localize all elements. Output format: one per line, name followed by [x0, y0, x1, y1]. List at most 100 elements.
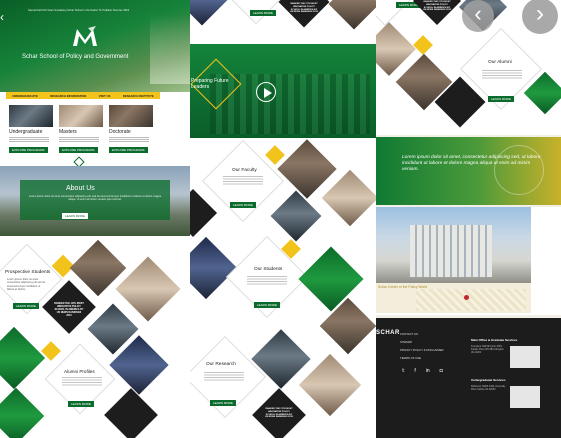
nav-item-research-institute[interactable]: RESEARCH INSTITUTE [123, 94, 154, 98]
people-photo-diamond [328, 0, 376, 30]
nav-item-visit-us[interactable]: VISIT US [99, 94, 111, 98]
quote-banner: Lorem ipsum dolor sit amet, consectetur … [376, 137, 561, 205]
about-learn-more-button[interactable]: LEARN MORE [62, 213, 88, 219]
video-title: Preparing Future Leaders [191, 78, 229, 90]
graduation-photo-diamond [0, 326, 46, 390]
capitol-photo-diamond [190, 236, 238, 300]
lecture-photo-diamond [277, 139, 337, 199]
footer-main-title: Main Office & Graduate Services [471, 338, 518, 342]
students-photo-diamond [298, 246, 364, 312]
footer-link-contact[interactable]: CONTACT US [400, 332, 444, 336]
footer-map-main[interactable] [510, 346, 540, 368]
program-description [109, 137, 149, 143]
students-learn-more-button[interactable]: LEARN MORE [254, 302, 280, 308]
prospective-learn-more-button[interactable]: LEARN MORE [13, 303, 39, 309]
explore-masters-button[interactable]: EXPLORE PROGRAMS [59, 147, 98, 153]
linkedin-icon[interactable]: in [426, 368, 430, 374]
footer-link-privacy[interactable]: PRIVACY POLICY & DISCLAIMER [400, 348, 444, 352]
about-title: About Us [66, 185, 95, 192]
about-text: Lorem ipsum dolor sit amet consectetur a… [28, 195, 162, 202]
ranked-diamond-2 [104, 388, 158, 438]
chevron-left-icon[interactable]: ‹ [0, 10, 10, 24]
footer-main-address: Founders Hall 5th Floor 3351 Fairfax Dri… [471, 345, 504, 354]
students-text [247, 276, 287, 286]
alumni-text [62, 377, 102, 387]
ranked-text: RANKED THE 11TH MOST INNOVATIVE POLICY S… [54, 302, 84, 317]
page-preview-research: LEARN MORE RANKED THE 11TH MOST INNOVATI… [190, 0, 376, 438]
program-label-undergraduate: Undergraduate [9, 129, 43, 135]
footer-undergrad-address: Robinson Hall B 4400 University Drive Fa… [471, 385, 506, 391]
faculty-learn-more-button[interactable]: LEARN MORE [230, 202, 256, 208]
building-facade [410, 225, 492, 277]
program-label-doctorate: Doctorate [109, 129, 131, 135]
reading-photo-diamond [321, 169, 376, 227]
our-alumni-title: Our Alumni [488, 60, 512, 65]
hero-building-photo [150, 14, 190, 84]
location-section: Schar Center of the Policy World [376, 207, 561, 315]
faculty-text [223, 176, 263, 186]
university-logo-icon [70, 26, 100, 48]
footer-logo: SCHAR [376, 330, 400, 336]
twitter-icon[interactable]: 𝕥 [402, 368, 404, 374]
diamond-grid-research: Our Faculty LEARN MORE Our Students LEAR… [190, 138, 376, 438]
ranked-text-bottom: RANKED THE 11TH MOST INNOVATIVE POLICY S… [265, 408, 293, 419]
graduate-photo-diamond [0, 387, 45, 438]
building-photo [376, 207, 531, 283]
masters-photo [59, 105, 103, 127]
campus-map[interactable] [416, 289, 526, 311]
map-panel: Schar Center of the Policy World [376, 283, 531, 313]
alumni-learn-more-button[interactable]: LEARN MORE [68, 401, 94, 407]
about-section: About Us Lorem ipsum dolor sit amet cons… [0, 166, 190, 236]
nav-item-research-information[interactable]: RESEARCH INFORMATION [50, 94, 86, 98]
doctorate-photo [109, 105, 153, 127]
play-icon[interactable] [256, 82, 276, 102]
prospective-text: Lorem ipsum dolor sit amet consectetur a… [7, 278, 46, 292]
prospective-title: Prospective Students [5, 270, 51, 275]
program-label-masters: Masters [59, 129, 77, 135]
campus-photo-diamond [190, 0, 228, 26]
gallery-stage: Special Fall 100 Years Sustaining Schar … [0, 0, 561, 438]
program-description [9, 137, 49, 143]
footer-map-undergrad[interactable] [510, 386, 540, 408]
instagram-icon[interactable]: ◘ [440, 368, 443, 374]
main-nav: UNDERGRADUATE RESEARCH INFORMATION VISIT… [6, 92, 160, 99]
site-footer: SCHAR CONTACT US SITEMAP PRIVACY POLICY … [376, 318, 561, 438]
school-name: Schar School of Policy and Government [22, 54, 129, 60]
top-diamond-row: LEARN MORE RANKED THE 11TH MOST INNOVATI… [190, 0, 376, 44]
alumni-title: Alumni Profiles [64, 369, 95, 374]
our-alumni-text [482, 70, 522, 80]
research-title: Our Research [206, 362, 236, 367]
page-preview-alumni: LEARN MORE RANKED THE 11TH MOST INNOVATI… [376, 0, 561, 438]
map-pin-icon [464, 295, 469, 300]
portrait-photo-diamond [298, 353, 362, 417]
social-links: 𝕥 f in ◘ [402, 368, 443, 374]
undergraduate-photo [9, 105, 53, 127]
footer-link-sitemap[interactable]: SITEMAP [400, 340, 444, 344]
facebook-icon[interactable]: f [414, 368, 415, 374]
hero-topbar-text: Special Fall 100 Years Sustaining Schar … [28, 9, 130, 12]
nav-item-undergraduate[interactable]: UNDERGRADUATE [12, 94, 38, 98]
video-section: Preparing Future Leaders [190, 44, 376, 138]
programs-section: Undergraduate Masters Doctorate EXPLORE … [6, 99, 160, 161]
footer-link-terms[interactable]: TERMS OF USE [400, 356, 444, 360]
chevron-left-icon[interactable]: ‹ [462, 0, 494, 32]
footer-links: CONTACT US SITEMAP PRIVACY POLICY & DISC… [400, 332, 444, 360]
page-preview-home: Special Fall 100 Years Sustaining Schar … [0, 0, 190, 438]
ranked-text-top: RANKED THE 11TH MOST INNOVATIVE POLICY S… [290, 3, 318, 14]
research-text [204, 372, 244, 382]
footer-undergrad-title: Undergraduate Services [471, 378, 506, 382]
faculty-title: Our Faculty [232, 168, 257, 173]
program-description [59, 137, 99, 143]
seal-graphic [494, 145, 544, 195]
students-title: Our Students [254, 267, 283, 272]
hero-banner: Special Fall 100 Years Sustaining Schar … [0, 0, 190, 92]
explore-doctorate-button[interactable]: EXPLORE PROGRAMS [109, 147, 148, 153]
research-learn-more-button[interactable]: LEARN MORE [210, 400, 236, 406]
ranked-diamond-3 [190, 188, 218, 238]
explore-undergraduate-button[interactable]: EXPLORE PROGRAMS [9, 147, 48, 153]
our-alumni-learn-more-button[interactable]: LEARN MORE [488, 96, 514, 102]
meeting-photo-diamond [270, 190, 322, 242]
ranked-text-alumni: RANKED THE 11TH MOST INNOVATIVE POLICY S… [423, 1, 451, 12]
top-learn-more-button[interactable]: LEARN MORE [250, 10, 276, 16]
diamond-grid-home: Prospective Students Lorem ipsum dolor s… [0, 236, 190, 438]
